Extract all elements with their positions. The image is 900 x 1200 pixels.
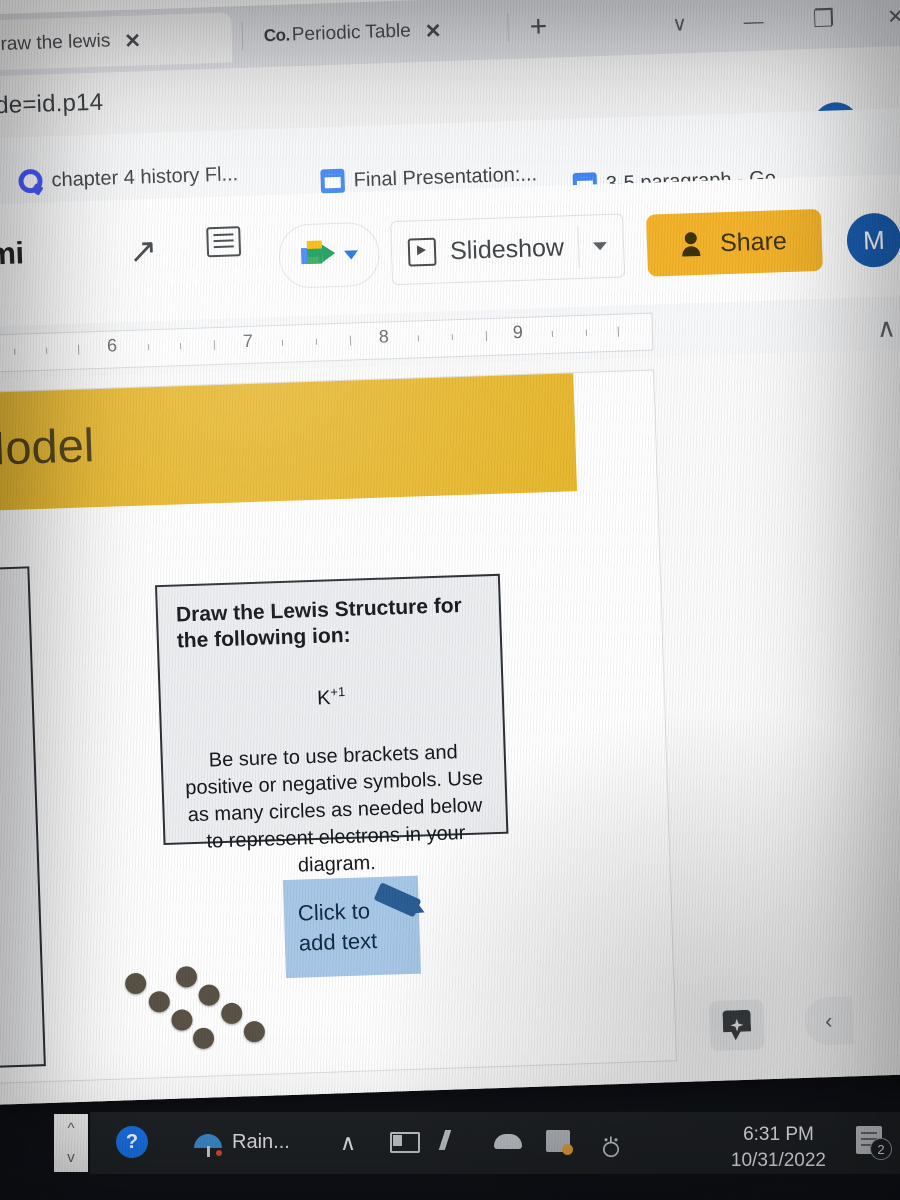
electron-dot[interactable] xyxy=(171,1009,193,1031)
laptop-screen-photo: draw the lewis ✕ Co. Periodic Table ✕ + … xyxy=(0,0,900,1200)
wifi-icon[interactable] xyxy=(438,1130,475,1150)
share-label: Share xyxy=(719,226,788,257)
close-icon[interactable]: ✕ xyxy=(873,0,900,35)
quizlet-icon xyxy=(18,168,43,194)
windows-taskbar: ^ v ? Rain... ∧ ⛣ 6:31 PM 10/31/2022 2 xyxy=(54,1112,900,1174)
close-icon[interactable]: ✕ xyxy=(124,28,142,54)
scroll-up-icon[interactable]: ^ xyxy=(67,1120,74,1137)
electron-dot[interactable] xyxy=(148,990,171,1013)
click-to-add-text-placeholder[interactable]: Click to add text xyxy=(282,875,427,979)
electron-dot[interactable] xyxy=(220,1002,243,1025)
browser-tab-draw-the-lewis[interactable]: draw the lewis ✕ xyxy=(0,12,233,72)
collapse-toolbar-icon[interactable]: ∧ xyxy=(876,313,896,345)
notification-count: 2 xyxy=(870,1138,892,1160)
scroll-down-icon[interactable]: v xyxy=(67,1149,75,1166)
clock-time: 6:31 PM xyxy=(743,1124,814,1145)
notification-badge[interactable]: 2 xyxy=(856,1126,892,1160)
restore-icon[interactable]: ❐ xyxy=(801,2,846,37)
current-slide[interactable]: tion/Model th the new on the on ons. mes… xyxy=(0,370,677,1086)
explore-button[interactable] xyxy=(709,999,765,1052)
share-person-icon xyxy=(682,232,709,257)
tab-separator xyxy=(507,13,510,42)
tab-title: draw the lewis xyxy=(0,30,111,56)
slide-title: tion/Model xyxy=(0,418,96,479)
question-body: Be sure to use brackets and positive or … xyxy=(184,741,484,877)
electron-dot[interactable] xyxy=(175,966,198,988)
trend-arrow-icon[interactable]: ↗ xyxy=(128,231,158,272)
chevron-down-icon[interactable] xyxy=(343,249,358,260)
battery-icon[interactable] xyxy=(390,1132,420,1153)
help-circle-icon[interactable]: ? xyxy=(116,1126,148,1158)
electron-dot[interactable] xyxy=(192,1027,215,1050)
explore-icon xyxy=(722,1010,751,1041)
new-tab-button[interactable]: + xyxy=(529,10,548,44)
bluetooth-icon[interactable]: ⛣ xyxy=(600,1130,622,1162)
kami-extension-button[interactable]: kami xyxy=(0,235,24,273)
left-text-box[interactable]: th the new on the on ons. mes an ion tur… xyxy=(0,566,46,1073)
cloud-icon[interactable] xyxy=(494,1134,522,1149)
tab-separator xyxy=(241,21,244,51)
pencil-icon xyxy=(369,882,428,918)
google-slides-icon xyxy=(320,168,346,194)
close-icon[interactable]: ✕ xyxy=(424,18,442,44)
question-heading: Draw the Lewis Structure for the followi… xyxy=(175,594,463,653)
ion-symbol: K xyxy=(316,686,331,710)
google-meet-icon xyxy=(300,240,339,271)
share-button[interactable]: Share xyxy=(645,208,823,277)
clock-date: 10/31/2022 xyxy=(730,1149,826,1171)
ruler-tick-6: 6 xyxy=(106,335,118,356)
weather-label: Rain... xyxy=(232,1130,290,1153)
question-text-box[interactable]: Draw the Lewis Structure for the followi… xyxy=(154,573,509,877)
browser-tab-periodic-table[interactable]: Co. Periodic Table ✕ xyxy=(253,4,500,62)
scroll-arrows[interactable]: ^ v xyxy=(54,1114,88,1172)
ruler-tick-7: 7 xyxy=(242,330,254,352)
placeholder-line-2: add text xyxy=(298,928,378,956)
present-icon xyxy=(407,237,437,267)
electron-dot[interactable] xyxy=(124,972,147,995)
comment-history-icon[interactable] xyxy=(206,226,242,262)
tab-search-icon[interactable]: ∨ xyxy=(657,7,702,42)
pane-collapse-button[interactable]: ‹ xyxy=(804,996,854,1046)
co-favicon: Co. xyxy=(263,25,291,46)
slideshow-button[interactable]: Slideshow xyxy=(390,213,625,286)
slide-title-band[interactable]: tion/Model xyxy=(0,373,578,515)
divider xyxy=(577,225,580,268)
chevron-down-icon[interactable] xyxy=(592,242,608,251)
slideshow-label: Slideshow xyxy=(449,232,565,265)
ion-charge: +1 xyxy=(330,683,346,699)
minimize-icon[interactable]: — xyxy=(731,4,776,39)
ion-formula: K+1 xyxy=(178,679,484,715)
tab-title: Periodic Table xyxy=(291,20,412,46)
weather-widget[interactable]: Rain... xyxy=(194,1128,290,1157)
display-icon[interactable] xyxy=(546,1130,573,1155)
google-meet-button[interactable] xyxy=(278,221,381,289)
taskbar-clock[interactable]: 6:31 PM 10/31/2022 xyxy=(731,1122,826,1173)
electron-dot[interactable] xyxy=(243,1020,266,1043)
browser-window: draw the lewis ✕ Co. Periodic Table ✕ + … xyxy=(0,0,900,1106)
ruler-tick-9: 9 xyxy=(512,321,524,343)
ruler-tick-8: 8 xyxy=(378,326,390,347)
rain-umbrella-icon xyxy=(194,1128,224,1157)
tray-expand-icon[interactable]: ∧ xyxy=(340,1130,356,1156)
address-bar-url[interactable]: slide=id.p14 xyxy=(0,89,104,121)
electron-dot[interactable] xyxy=(198,984,220,1006)
